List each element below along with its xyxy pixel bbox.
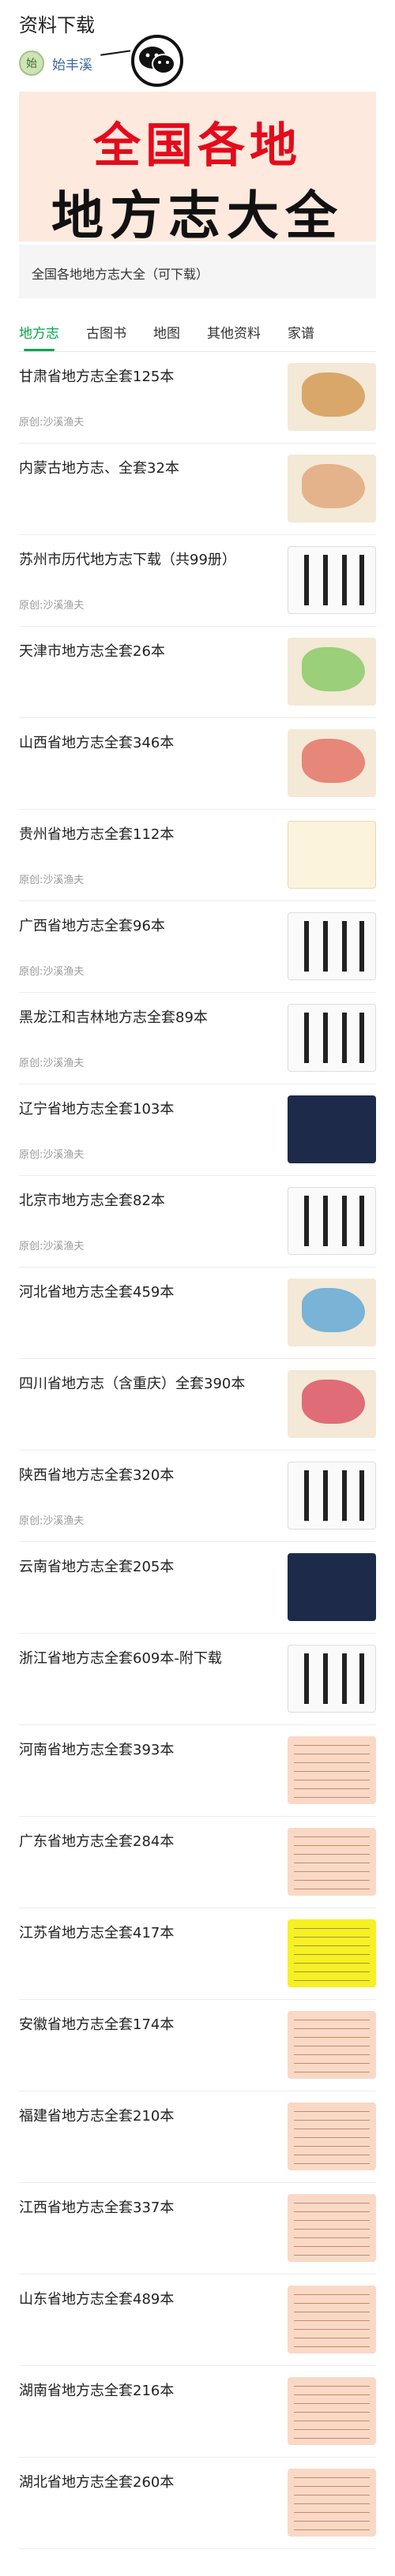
list-item[interactable]: 陕西省地方志全套320本原创:沙溪渔夫: [19, 1451, 376, 1542]
list-item[interactable]: 黑龙江和吉林地方志全套89本原创:沙溪渔夫: [19, 993, 376, 1084]
list-item[interactable]: 安徽省地方志全套174本: [19, 2000, 376, 2091]
list-item-thumbnail[interactable]: [288, 638, 376, 706]
list-item-thumbnail[interactable]: [288, 912, 376, 980]
tab-gutushu[interactable]: 古图书: [86, 309, 126, 351]
list-item-thumbnail[interactable]: [288, 546, 376, 614]
author-name[interactable]: 始丰溪: [52, 54, 92, 73]
pointer-arrow-icon: [100, 50, 132, 66]
list-item-source: 原创:沙溪渔夫: [19, 966, 85, 978]
list-item-thumbnail[interactable]: [288, 2194, 376, 2262]
list-item[interactable]: 湖北省地方志全套260本: [19, 2458, 376, 2549]
banner-caption: 全国各地地方志大全（可下载）: [19, 245, 376, 298]
list-item-thumbnail[interactable]: [288, 1370, 376, 1438]
list-item-source: 原创:沙溪渔夫: [19, 1149, 85, 1161]
list-item[interactable]: 广东省地方志全套284本: [19, 1817, 376, 1908]
list-item-title[interactable]: 河南省地方志全套393本: [19, 1739, 272, 1762]
list-item-thumbnail[interactable]: [288, 1279, 376, 1346]
avatar[interactable]: 始: [19, 51, 44, 76]
list-item-title[interactable]: 北京市地方志全套82本: [19, 1190, 272, 1212]
list-item[interactable]: 辽宁省地方志全套103本原创:沙溪渔夫: [19, 1084, 376, 1176]
list-item-thumbnail[interactable]: [288, 821, 376, 889]
list-item-source: 原创:沙溪渔夫: [19, 1241, 85, 1252]
list-item-title[interactable]: 山西省地方志全套346本: [19, 732, 272, 754]
list-item-title[interactable]: 辽宁省地方志全套103本: [19, 1099, 272, 1121]
list-item[interactable]: 贵州省地方志全套112本原创:沙溪渔夫: [19, 810, 376, 901]
list-item-title[interactable]: 湖南省地方志全套216本: [19, 2380, 272, 2402]
list-item[interactable]: 广西省地方志全套96本原创:沙溪渔夫: [19, 901, 376, 993]
list-item-source: 原创:沙溪渔夫: [19, 1058, 85, 1069]
article-list: 甘肃省地方志全套125本 原创:沙溪渔夫 内蒙古地方志、全套32本 苏州市历代地方志下…: [19, 352, 376, 2549]
list-item-title[interactable]: 湖北省地方志全套260本: [19, 2472, 272, 2494]
tab-jiapu[interactable]: 家谱: [288, 309, 314, 351]
list-item-title[interactable]: 浙江省地方志全套609本-附下载: [19, 1648, 272, 1670]
list-item-thumbnail[interactable]: [288, 363, 376, 431]
list-item-thumbnail[interactable]: [288, 2377, 376, 2445]
list-item[interactable]: 河南省地方志全套393本: [19, 1725, 376, 1817]
list-item[interactable]: 四川省地方志（含重庆）全套390本: [19, 1359, 376, 1451]
list-item[interactable]: 北京市地方志全套82本原创:沙溪渔夫: [19, 1176, 376, 1267]
list-item-title[interactable]: 江苏省地方志全套417本: [19, 1923, 272, 1945]
list-item-thumbnail[interactable]: [288, 2286, 376, 2353]
list-item[interactable]: 天津市地方志全套26本: [19, 627, 376, 718]
list-item-title[interactable]: 广西省地方志全套96本: [19, 915, 272, 938]
list-item-title[interactable]: 甘肃省地方志全套125本: [19, 366, 272, 388]
list-item-thumbnail[interactable]: [288, 729, 376, 797]
list-item-thumbnail[interactable]: [288, 2011, 376, 2079]
list-item-thumbnail[interactable]: [288, 1736, 376, 1804]
page-title: 资料下载: [19, 14, 95, 36]
list-item-title[interactable]: 天津市地方志全套26本: [19, 641, 272, 663]
list-item-title[interactable]: 广东省地方志全套284本: [19, 1831, 272, 1853]
list-item-thumbnail[interactable]: [288, 1004, 376, 1072]
list-item-thumbnail[interactable]: [288, 1553, 376, 1621]
list-item[interactable]: 山东省地方志全套489本: [19, 2275, 376, 2366]
list-item-thumbnail[interactable]: [288, 1828, 376, 1896]
list-item-title[interactable]: 山东省地方志全套489本: [19, 2289, 272, 2311]
tab-difangzhi[interactable]: 地方志: [19, 309, 59, 351]
list-item-title[interactable]: 黑龙江和吉林地方志全套89本: [19, 1007, 272, 1029]
list-item-source: 原创:沙溪渔夫: [19, 874, 85, 886]
list-item-thumbnail[interactable]: [288, 1187, 376, 1255]
list-item-source: 原创:沙溪渔夫: [19, 600, 85, 612]
list-item-title[interactable]: 贵州省地方志全套112本: [19, 824, 272, 846]
list-item-title[interactable]: 苏州市历代地方志下载（共99册）: [19, 549, 272, 571]
list-item-title[interactable]: 内蒙古地方志、全套32本: [19, 458, 272, 480]
list-item[interactable]: 江西省地方志全套337本: [19, 2183, 376, 2275]
list-item[interactable]: 甘肃省地方志全套125本原创:沙溪渔夫: [19, 352, 376, 444]
list-item-title[interactable]: 安徽省地方志全套174本: [19, 2014, 272, 2036]
list-item-title[interactable]: 福建省地方志全套210本: [19, 2106, 272, 2128]
list-item-thumbnail[interactable]: [288, 455, 376, 522]
category-tabs: 地方志 古图书 地图 其他资料 家谱: [19, 309, 376, 352]
list-item[interactable]: 内蒙古地方志、全套32本: [19, 444, 376, 535]
author-info[interactable]: 始 始丰溪: [19, 51, 92, 76]
banner: 全国各地 地方志大全: [19, 92, 376, 246]
list-item-thumbnail[interactable]: [288, 1462, 376, 1530]
list-item[interactable]: 浙江省地方志全套609本-附下载: [19, 1634, 376, 1725]
list-item-title[interactable]: 陕西省地方志全套320本: [19, 1465, 272, 1487]
list-item[interactable]: 湖南省地方志全套216本: [19, 2366, 376, 2458]
banner-line2: 地方志大全: [51, 185, 344, 246]
list-item-source: 原创:沙溪渔夫: [19, 1515, 85, 1527]
list-item[interactable]: 云南省地方志全套205本: [19, 1542, 376, 1634]
list-item-title[interactable]: 云南省地方志全套205本: [19, 1556, 272, 1578]
list-item-title[interactable]: 江西省地方志全套337本: [19, 2197, 272, 2219]
list-item-thumbnail[interactable]: [288, 2469, 376, 2537]
list-item-thumbnail[interactable]: [288, 1645, 376, 1713]
list-item[interactable]: 福建省地方志全套210本: [19, 2091, 376, 2183]
list-item-source: 原创:沙溪渔夫: [19, 417, 85, 429]
list-item-title[interactable]: 河北省地方志全套459本: [19, 1282, 272, 1304]
list-item[interactable]: 苏州市历代地方志下载（共99册） 原创:沙溪渔夫: [19, 535, 376, 627]
list-item-thumbnail[interactable]: [288, 1919, 376, 1987]
list-item[interactable]: 江苏省地方志全套417本: [19, 1908, 376, 2000]
list-item-title[interactable]: 四川省地方志（含重庆）全套390本: [19, 1373, 272, 1395]
banner-line1: 全国各地: [93, 118, 302, 174]
wechat-icon: [131, 35, 183, 87]
tab-ditu[interactable]: 地图: [153, 309, 180, 351]
list-item[interactable]: 河北省地方志全套459本: [19, 1267, 376, 1359]
tab-qitaziliao[interactable]: 其他资料: [207, 309, 261, 351]
list-item-thumbnail[interactable]: [288, 1095, 376, 1163]
list-item-thumbnail[interactable]: [288, 2102, 376, 2170]
list-item[interactable]: 山西省地方志全套346本: [19, 718, 376, 810]
